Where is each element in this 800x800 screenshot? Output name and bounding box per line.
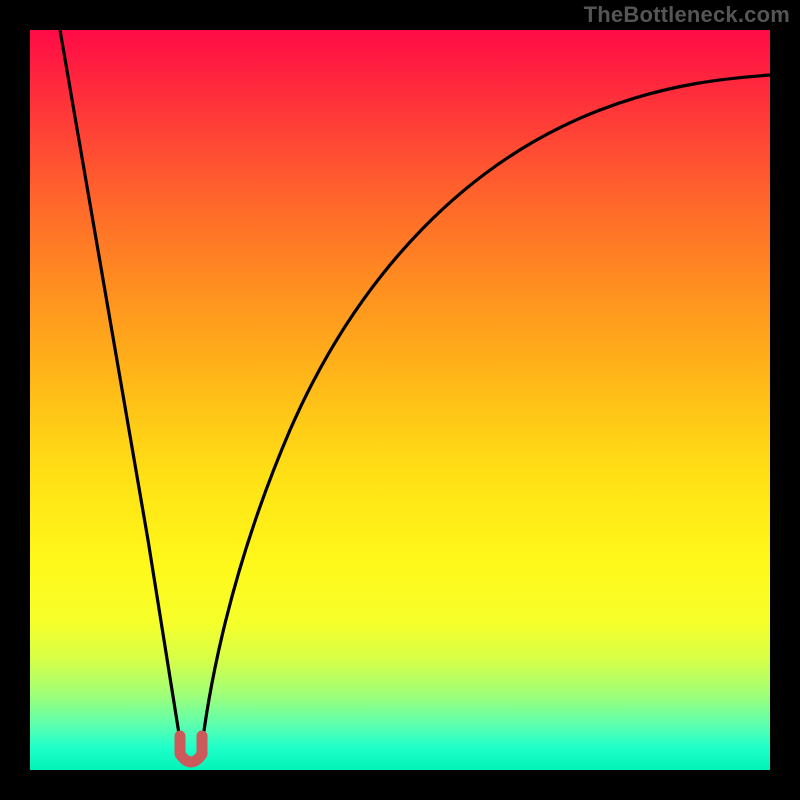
valley-nub — [180, 736, 202, 762]
watermark-text: TheBottleneck.com — [584, 2, 790, 28]
plot-area — [30, 30, 770, 770]
curve-right-branch — [200, 75, 770, 762]
curve-layer — [30, 30, 770, 770]
curve-left-branch — [60, 30, 184, 762]
chart-frame: TheBottleneck.com — [0, 0, 800, 800]
